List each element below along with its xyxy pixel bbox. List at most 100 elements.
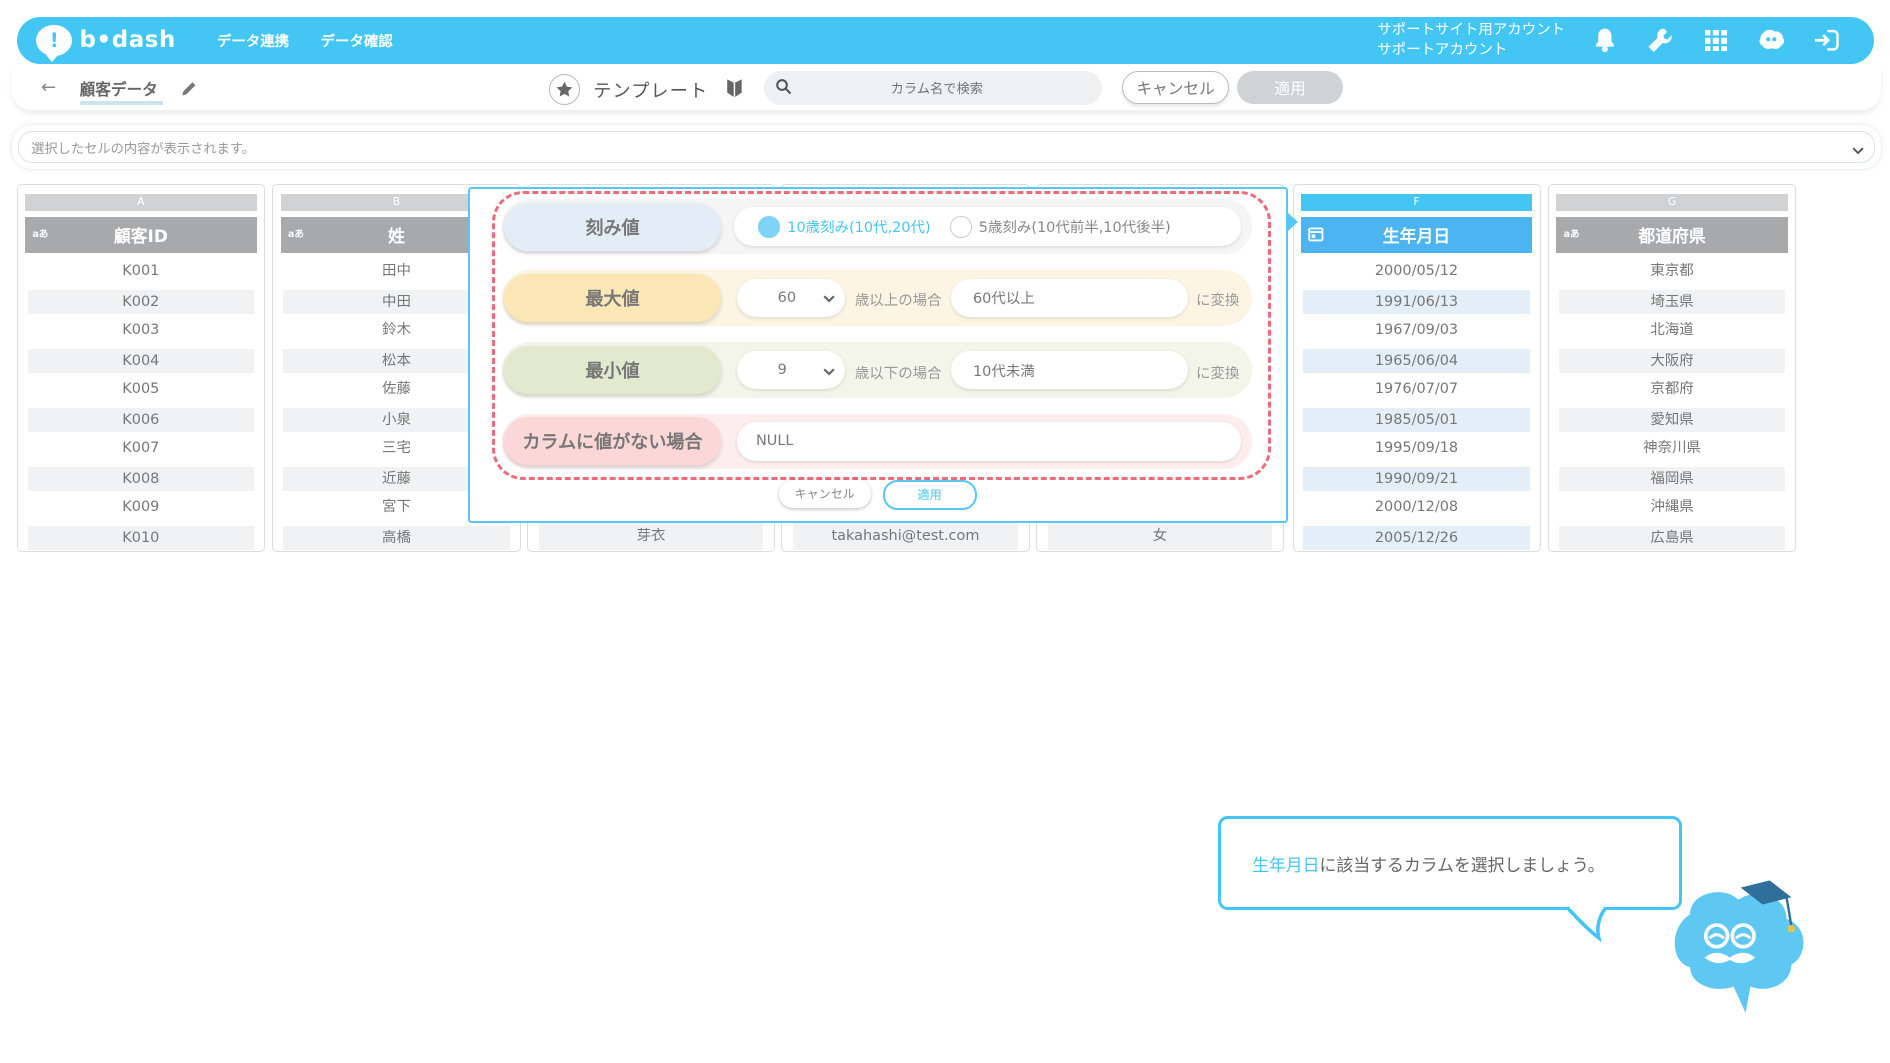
account-info[interactable]: サポートサイト用アカウント サポートアカウント	[1377, 20, 1565, 61]
min-age-select[interactable]: 9	[736, 350, 846, 390]
column-cells: 東京都 埼玉県 北海道 大阪府 京都府 愛知県 神奈川県 福岡県 沖縄県 広島県	[1558, 258, 1786, 553]
table-cell[interactable]: 芽衣	[538, 523, 764, 550]
mascot-character	[1674, 880, 1804, 1013]
table-cell[interactable]: K008	[27, 466, 255, 491]
column-cells: 2000/05/12 1991/06/13 1967/09/03 1965/06…	[1303, 258, 1530, 553]
table-cell[interactable]: K002	[27, 289, 255, 314]
tutorial-speech-bubble: 生年月日に該当するカラムを選択しましょう。	[1217, 816, 1682, 911]
step-options: 10歳刻み(10代,20代) 5歳刻み(10代前半,10代後半)	[734, 207, 1241, 246]
table-cell[interactable]: 大阪府	[1558, 348, 1786, 373]
step-setting-row: 刻み値 10歳刻み(10代,20代) 5歳刻み(10代前半,10代後半)	[501, 198, 1252, 255]
back-arrow-icon[interactable]: ←	[41, 77, 56, 98]
column-cells: K001 K002 K003 K004 K005 K006 K007 K008 …	[27, 258, 255, 553]
max-age-value: 60	[777, 289, 797, 306]
popup-apply-button[interactable]: 適用	[882, 479, 977, 510]
table-cell[interactable]: takahashi@test.com	[793, 523, 1018, 550]
empty-value-field[interactable]: NULL	[736, 421, 1241, 461]
max-age-select[interactable]: 60	[736, 278, 846, 318]
table-cell[interactable]: 広島県	[1558, 525, 1786, 551]
empty-value-row: カラムに値がない場合 NULL	[501, 413, 1252, 469]
convert-suffix: に変換	[1196, 365, 1240, 382]
top-navigation-bar: ! b•dash データ連携 データ確認 サポートサイト用アカウント サポートア…	[16, 16, 1874, 64]
apply-button[interactable]: 適用	[1237, 71, 1344, 104]
min-label: 最小値	[503, 346, 721, 395]
mascot-icon[interactable]	[1758, 27, 1785, 54]
table-cell[interactable]: K001	[28, 258, 255, 288]
table-cell[interactable]: K009	[28, 494, 255, 524]
table-cell[interactable]: 神奈川県	[1559, 435, 1786, 465]
cancel-button[interactable]: キャンセル	[1122, 71, 1229, 104]
column-header[interactable]: aあ 顧客ID	[25, 216, 257, 253]
step-option-10[interactable]: 10歳刻み(10代,20代)	[758, 215, 931, 238]
chevron-down-icon[interactable]	[1852, 137, 1864, 160]
table-cell[interactable]: 沖縄県	[1559, 494, 1786, 524]
table-cell[interactable]: 1991/06/13	[1303, 289, 1530, 314]
min-output-field[interactable]: 10代未満	[951, 350, 1188, 390]
table-cell[interactable]: 京都府	[1559, 376, 1786, 406]
tutorial-highlight: 生年月日	[1252, 854, 1320, 875]
beginner-mark-icon[interactable]	[726, 77, 743, 104]
table-cell[interactable]: 埼玉県	[1558, 289, 1786, 314]
logout-icon[interactable]	[1813, 27, 1840, 54]
table-cell[interactable]: K003	[28, 317, 255, 347]
table-cell[interactable]: 愛知県	[1558, 407, 1786, 432]
column-letter: A	[25, 193, 257, 211]
star-icon	[556, 81, 573, 97]
nav-item-data-check[interactable]: データ確認	[321, 30, 393, 51]
min-age-value: 9	[777, 362, 787, 379]
table-cell[interactable]: K006	[27, 407, 255, 432]
pencil-icon[interactable]	[181, 78, 197, 101]
table-cell[interactable]: K007	[28, 435, 255, 465]
account-user-name: サポートアカウント	[1377, 42, 1508, 59]
min-setting-row: 最小値 9 歳以下の場合 10代未満 に変換	[501, 342, 1252, 398]
table-cell[interactable]: 東京都	[1559, 258, 1786, 288]
table-cell[interactable]: 1965/06/04	[1303, 348, 1530, 373]
step-option-5[interactable]: 5歳刻み(10代前半,10代後半)	[949, 215, 1171, 238]
search-input[interactable]	[804, 80, 1070, 96]
table-cell[interactable]: K005	[28, 376, 255, 406]
table-cell[interactable]: 1995/09/18	[1303, 435, 1530, 465]
column-header-label: 生年月日	[1382, 226, 1451, 247]
table-cell[interactable]: 1985/05/01	[1303, 407, 1530, 432]
column-header[interactable]: 生年月日	[1300, 216, 1533, 253]
radio-unselected-icon	[949, 215, 972, 238]
table-cell[interactable]: 女	[1047, 523, 1272, 550]
column-customer-id[interactable]: A aあ 顧客ID K001 K002 K003 K004 K005 K006 …	[16, 184, 266, 553]
column-birthdate[interactable]: F 生年月日 2000/05/12 1991/06/13 1967/09/03 …	[1292, 184, 1541, 553]
table-cell[interactable]: 1990/09/21	[1303, 466, 1530, 491]
step-option-label: 10歳刻み(10代,20代)	[787, 220, 931, 237]
table-cell[interactable]: 2000/12/08	[1303, 494, 1530, 524]
search-icon	[776, 77, 792, 100]
table-cell[interactable]: 北海道	[1559, 317, 1786, 347]
speech-bubble-tail	[1566, 904, 1608, 943]
text-type-icon: aあ	[287, 229, 305, 241]
table-cell[interactable]: 1976/07/07	[1303, 376, 1530, 406]
min-condition-label: 歳以下の場合	[854, 365, 942, 382]
table-cell[interactable]: 2005/12/26	[1303, 525, 1530, 551]
column-prefecture[interactable]: G aあ 都道府県 東京都 埼玉県 北海道 大阪府 京都府 愛知県 神奈川県 福…	[1548, 184, 1797, 553]
column-header[interactable]: aあ 都道府県	[1556, 216, 1788, 253]
main-nav: データ連携 データ確認	[217, 30, 393, 51]
column-header-label: 姓	[388, 226, 405, 247]
table-cell[interactable]: 福岡県	[1558, 466, 1786, 491]
logo[interactable]: ! b•dash	[36, 24, 176, 63]
toolbar: ← 顧客データ テンプレート キャンセル 適用	[12, 66, 1881, 110]
table-cell[interactable]: K010	[27, 525, 255, 551]
cell-content-bar: 選択したセルの内容が表示されます。	[12, 125, 1881, 169]
chevron-down-icon	[823, 364, 836, 380]
popup-cancel-button[interactable]: キャンセル	[778, 479, 871, 508]
bell-icon[interactable]	[1592, 27, 1619, 54]
table-cell[interactable]: 1967/09/03	[1303, 317, 1530, 347]
template-label: テンプレート	[593, 81, 709, 103]
cell-content-text[interactable]: 選択したセルの内容が表示されます。	[18, 131, 1875, 163]
table-cell[interactable]: K004	[27, 348, 255, 373]
grid-icon[interactable]	[1703, 27, 1730, 54]
favorite-star-button[interactable]	[548, 73, 580, 105]
table-cell[interactable]: 2000/05/12	[1303, 258, 1530, 288]
max-output-field[interactable]: 60代以上	[951, 278, 1188, 318]
table-cell[interactable]: 高橋	[283, 525, 510, 551]
nav-item-data-integration[interactable]: データ連携	[217, 30, 289, 51]
column-search[interactable]	[764, 71, 1102, 105]
wrench-icon[interactable]	[1647, 27, 1674, 54]
empty-value-label: カラムに値がない場合	[503, 417, 721, 466]
